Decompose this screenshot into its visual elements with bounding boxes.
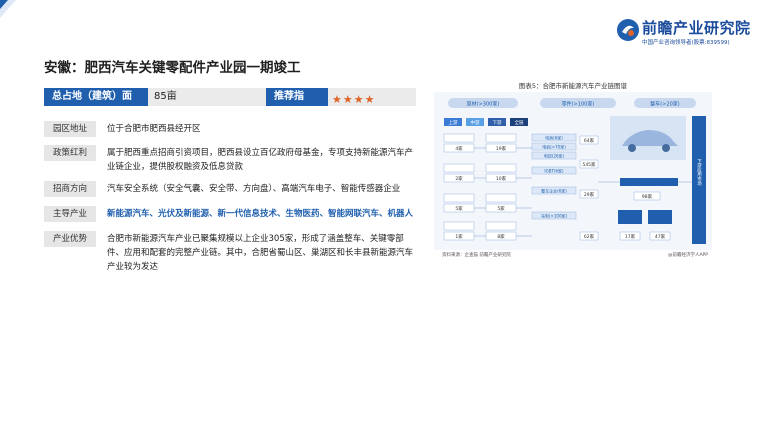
info-value: 合肥市新能源汽车产业已聚集规模以上企业305家，形成了涵盖整车、关键零部件、应用…	[107, 234, 414, 272]
sub-label: IGBT(6家)	[544, 168, 564, 174]
corner-decoration	[0, 0, 16, 18]
tag-down: 下游	[493, 119, 502, 126]
brand-logo: 前瞻产业研究院 中国产业咨询领导者(股票:839599)	[616, 16, 750, 50]
sub-label: 电池(6家)	[545, 135, 563, 141]
mid-count: 5家	[497, 205, 505, 212]
info-row-advantage: 产业优势 合肥市新能源汽车产业已聚集规模以上企业305家，形成了涵盖整车、关键零…	[44, 231, 416, 275]
info-row-industries: 主导产业 新能源汽车、光伏及新能源、新一代信息技术、生物医药、智能网联汽车、机器…	[44, 206, 416, 222]
brand-tagline: 中国产业咨询领导者(股票:839599)	[642, 40, 730, 46]
mid-count: 10家	[496, 175, 507, 182]
rating-label: 推荐指数：	[266, 88, 328, 120]
info-label: 政策红利	[44, 145, 96, 161]
tag-all: 全链	[515, 119, 524, 126]
stats-bar: 总占地（建筑）面积： 85亩 推荐指数： ★★★★	[44, 88, 416, 120]
info-value: 属于肥西重点招商引资项目，肥西县设立百亿政府母基金，专项支持新能源汽车产业链企业…	[107, 148, 414, 172]
info-value: 新能源汽车、光伏及新能源、新一代信息技术、生物医药、智能网联汽车、机器人	[107, 209, 414, 219]
industry-chain-figure: 图表5：合肥市新能源汽车产业链图谱 原材(>300家) 零件(>100家) 整车…	[434, 80, 712, 268]
sub-label: 电机(>70家)	[542, 144, 566, 150]
info-row-address: 园区地址 位于合肥市肥西县经开区	[44, 121, 416, 137]
info-label: 产业优势	[44, 231, 96, 247]
logo-mark-icon	[617, 19, 639, 41]
right-count: 545家	[582, 161, 596, 168]
figure-credit: @前瞻经济学人APP	[667, 253, 708, 258]
info-label: 园区地址	[44, 121, 96, 137]
info-row-policy: 政策红利 属于肥西重点招商引资项目，肥西县设立百亿政府母基金，专项支持新能源汽车…	[44, 145, 416, 175]
info-value: 汽车安全系统（安全气囊、安全带、方向盘）、高端汽车电子、智能传感器企业	[107, 184, 401, 194]
figure-title: 图表5：合肥市新能源汽车产业链图谱	[518, 82, 628, 90]
mid-count: 8家	[497, 233, 505, 240]
info-label: 招商方向	[44, 181, 96, 197]
info-label: 主导产业	[44, 206, 96, 222]
area-value: 85亩	[148, 88, 266, 106]
sub-label: 整车企业(6家)	[541, 188, 567, 194]
right-count: 64家	[584, 137, 595, 144]
left-count: 5家	[455, 205, 463, 212]
pill-vehicle-text: 整车(>20家)	[650, 101, 680, 108]
far-count: 47家	[655, 233, 666, 240]
star-icon: ★	[353, 93, 364, 106]
star-icon: ★	[342, 93, 353, 106]
info-value: 位于合肥市肥西县经开区	[107, 124, 201, 134]
pill-parts-text: 零件(>100家)	[562, 101, 595, 108]
left-count: 4家	[455, 145, 463, 152]
star-icon: ★	[364, 93, 375, 106]
pill-raw-text: 原材(>300家)	[467, 101, 500, 108]
tag-up: 上游	[449, 119, 458, 126]
rating-stars: ★★★★	[328, 88, 416, 106]
left-count: 1家	[455, 233, 463, 240]
downstream-label: 下游应用市场	[697, 158, 702, 187]
tag-mid: 中游	[471, 119, 480, 126]
right-count: 29家	[584, 191, 595, 198]
right-count: 62家	[584, 233, 595, 240]
brand-name: 前瞻产业研究院	[642, 19, 751, 37]
sub-label: 电控(26家)	[544, 153, 565, 159]
info-row-investment: 招商方向 汽车安全系统（安全气囊、安全带、方向盘）、高端汽车电子、智能传感器企业	[44, 181, 416, 197]
chain-diagram: 原材(>300家) 零件(>100家) 整车(>20家) 上游 中游 下游 全链…	[434, 92, 712, 250]
far-count: 17家	[625, 233, 636, 240]
page-title: 安徽：肥西汽车关键零配件产业园一期竣工	[44, 60, 301, 76]
far-count: 98家	[642, 193, 653, 200]
sub-label: 充电(>100家)	[541, 213, 568, 219]
area-label: 总占地（建筑）面积：	[44, 88, 148, 120]
left-count: 2家	[455, 175, 463, 182]
mid-count: 19家	[496, 145, 507, 152]
star-icon: ★	[332, 93, 342, 106]
figure-source: 资料来源：企查猫 前瞻产业研究院	[442, 253, 511, 258]
